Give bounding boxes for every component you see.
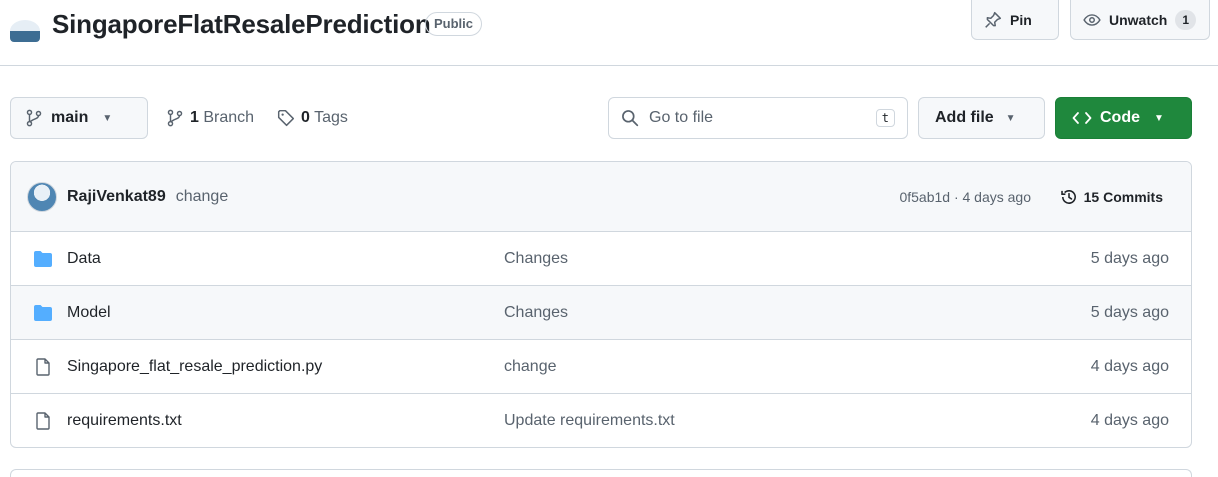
chevron-down-icon: ▼ — [1005, 112, 1016, 124]
pin-label: Pin — [1010, 11, 1032, 28]
branches-label: Branch — [203, 109, 255, 126]
file-toolbar: main ▼ 1 Branch 0 Tags t Add file ▼ Code… — [0, 97, 1218, 139]
git-branch-icon — [167, 109, 183, 127]
commit-hash-and-date[interactable]: 0f5ab1d · 4 days ago — [899, 189, 1031, 205]
repo-header: SingaporeFlatResalePrediction Public Pin… — [0, 0, 1218, 66]
add-file-label: Add file — [935, 109, 994, 126]
tag-icon — [277, 109, 295, 127]
tags-link[interactable]: 0 Tags — [277, 97, 348, 139]
code-icon — [1072, 112, 1092, 124]
tags-label: Tags — [314, 109, 348, 126]
add-file-button[interactable]: Add file ▼ — [918, 97, 1045, 139]
visibility-badge: Public — [425, 12, 483, 36]
go-to-file-search[interactable]: t — [608, 97, 908, 139]
unwatch-button[interactable]: Unwatch 1 — [1070, 0, 1210, 40]
repo-title[interactable]: SingaporeFlatResalePrediction — [52, 9, 431, 40]
eye-icon — [1083, 13, 1101, 26]
file-commit-message[interactable]: Changes — [504, 250, 568, 268]
pin-icon — [985, 11, 1002, 28]
file-age: 5 days ago — [1090, 304, 1169, 321]
history-icon — [1060, 189, 1076, 204]
chevron-down-icon: ▼ — [1154, 112, 1164, 124]
file-age: 4 days ago — [1090, 358, 1169, 375]
branches-link[interactable]: 1 Branch — [166, 97, 254, 139]
file-icon — [36, 358, 50, 376]
file-commit-message[interactable]: change — [504, 358, 557, 376]
git-branch-icon — [26, 109, 42, 127]
avatar[interactable] — [27, 181, 57, 212]
folder-icon — [34, 305, 52, 321]
search-input[interactable] — [649, 109, 866, 127]
table-row[interactable]: Data Changes 5 days ago — [11, 232, 1191, 286]
commits-history-link[interactable]: 15 Commits — [1060, 188, 1163, 206]
code-button[interactable]: Code ▼ — [1055, 97, 1192, 139]
keyboard-shortcut-hint: t — [875, 109, 895, 127]
table-row[interactable]: requirements.txt Update requirements.txt… — [11, 394, 1191, 447]
search-icon — [622, 110, 639, 127]
file-name[interactable]: Model — [67, 304, 111, 322]
latest-commit-bar: RajiVenkat89 change 0f5ab1d · 4 days ago… — [11, 162, 1191, 232]
unwatch-label: Unwatch — [1109, 11, 1168, 28]
readme-panel-edge — [10, 469, 1192, 477]
branch-name: main — [51, 109, 89, 126]
code-label: Code — [1100, 109, 1140, 126]
file-age: 5 days ago — [1090, 250, 1169, 267]
branch-selector[interactable]: main ▼ — [10, 97, 148, 139]
pin-button[interactable]: Pin — [971, 0, 1059, 40]
watch-count: 1 — [1175, 9, 1197, 30]
file-table: RajiVenkat89 change 0f5ab1d · 4 days ago… — [10, 161, 1192, 448]
file-commit-message[interactable]: Update requirements.txt — [504, 412, 675, 430]
commits-count: 15 Commits — [1083, 188, 1163, 205]
table-row[interactable]: Singapore_flat_resale_prediction.py chan… — [11, 340, 1191, 394]
file-commit-message[interactable]: Changes — [504, 304, 568, 322]
file-name[interactable]: requirements.txt — [67, 412, 182, 430]
repo-owner-avatar[interactable] — [10, 20, 40, 42]
branches-count: 1 — [190, 109, 199, 126]
folder-icon — [34, 251, 52, 267]
table-row[interactable]: Model Changes 5 days ago — [11, 286, 1191, 340]
tags-count: 0 — [301, 109, 310, 126]
chevron-down-icon: ▼ — [102, 112, 113, 124]
file-age: 4 days ago — [1090, 412, 1169, 429]
commit-author[interactable]: RajiVenkat89 — [67, 188, 166, 206]
file-icon — [36, 412, 50, 430]
commit-message[interactable]: change — [176, 188, 229, 206]
file-name[interactable]: Data — [67, 250, 101, 268]
file-name[interactable]: Singapore_flat_resale_prediction.py — [67, 358, 322, 376]
